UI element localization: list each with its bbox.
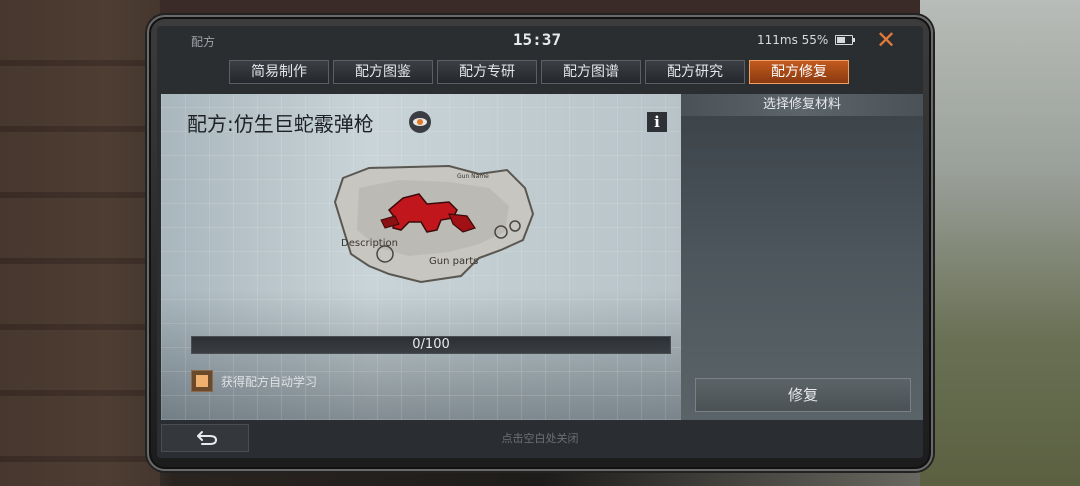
auto-learn-toggle[interactable]: 获得配方自动学习 (191, 370, 317, 392)
repair-material-panel: 选择修复材料 修复 (681, 94, 923, 420)
close-icon: ✕ (875, 26, 897, 54)
repair-material-header: 选择修复材料 (681, 94, 923, 116)
repair-button[interactable]: 修复 (695, 378, 911, 412)
background-right (920, 0, 1080, 486)
bottom-bar: 点击空白处关闭 (157, 420, 923, 458)
tab-recipe-study[interactable]: 配方专研 (437, 60, 537, 84)
eye-icon[interactable] (409, 111, 431, 133)
info-icon[interactable]: i (647, 112, 667, 132)
tab-simple-craft[interactable]: 简易制作 (229, 60, 329, 84)
ping-battery-text: 111ms 55% (757, 33, 829, 47)
battery-icon (835, 35, 855, 45)
tab-bar: 简易制作 配方图鉴 配方专研 配方图谱 配方研究 配方修复 (229, 60, 849, 84)
clock: 15:37 (512, 30, 562, 49)
tab-recipe-catalog[interactable]: 配方图鉴 (333, 60, 433, 84)
tab-recipe-repair[interactable]: 配方修复 (749, 60, 849, 84)
tap-to-close-hint: 点击空白处关闭 (501, 432, 579, 445)
checkbox-check-mark (196, 375, 208, 387)
tab-recipe-atlas[interactable]: 配方图谱 (541, 60, 641, 84)
close-button[interactable]: ✕ (869, 26, 903, 54)
repair-progress-text: 0/100 (412, 337, 450, 352)
app-title: 配方 (191, 35, 216, 49)
material-slot-area[interactable] (681, 116, 923, 366)
background-left (0, 0, 160, 486)
blueprint-gun-name-label: Gun Name (457, 173, 489, 180)
recipe-panel: 配方:仿生巨蛇霰弹枪 i Description Gun parts Gun N… (161, 94, 681, 420)
repair-progress-bar: 0/100 (191, 336, 671, 354)
auto-learn-checkbox[interactable] (191, 370, 213, 392)
blueprint-gun-parts-label: Gun parts (429, 256, 478, 267)
status-bar: 配方 15:37 111ms 55% ✕ (157, 26, 923, 54)
blueprint-image: Description Gun parts Gun Name (333, 164, 535, 284)
tab-recipe-research[interactable]: 配方研究 (645, 60, 745, 84)
auto-learn-label: 获得配方自动学习 (221, 374, 318, 389)
tablet-screen: 配方 15:37 111ms 55% ✕ 简易制作 配方图鉴 配方专研 配方图谱… (157, 26, 923, 458)
recipe-title: 配方:仿生巨蛇霰弹枪 (187, 112, 374, 136)
blueprint-description-label: Description (341, 238, 398, 249)
